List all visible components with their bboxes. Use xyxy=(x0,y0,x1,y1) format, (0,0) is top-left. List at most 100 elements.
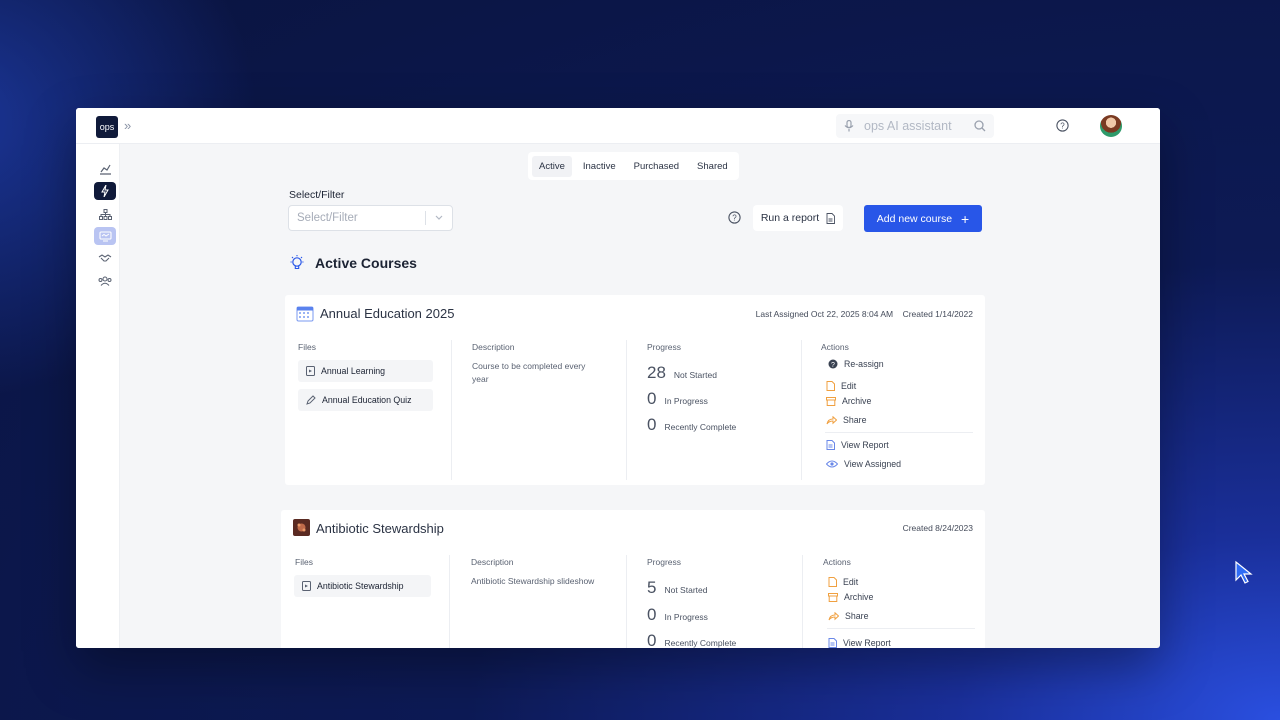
share-action[interactable]: Share xyxy=(828,611,868,621)
course-meta: Created 8/24/2023 xyxy=(903,523,973,533)
share-icon xyxy=(828,611,839,620)
lightning-icon xyxy=(101,185,109,197)
org-chart-icon xyxy=(98,208,112,220)
share-action[interactable]: Share xyxy=(826,415,866,425)
file-item[interactable]: Annual Learning xyxy=(298,360,433,382)
filter-label: Select/Filter xyxy=(289,189,345,201)
add-course-button[interactable]: Add new course + xyxy=(864,205,982,232)
view-report-action[interactable]: View Report xyxy=(826,440,889,450)
help-icon[interactable]: ? xyxy=(1056,119,1069,132)
document-icon xyxy=(826,212,836,224)
lightbulb-icon xyxy=(290,255,304,270)
user-avatar[interactable] xyxy=(1100,115,1122,137)
action-label: Share xyxy=(843,415,867,425)
file-name: Annual Learning xyxy=(321,366,386,376)
pencil-icon xyxy=(306,395,316,405)
progress-status: Not Started xyxy=(664,585,708,595)
file-item[interactable]: Annual Education Quiz xyxy=(298,389,433,411)
team-icon xyxy=(98,276,112,286)
run-report-label: Run a report xyxy=(760,212,820,224)
filter-select[interactable]: Select/Filter xyxy=(288,205,453,231)
tab-active[interactable]: Active xyxy=(532,155,572,177)
search-icon[interactable] xyxy=(974,120,986,132)
progress-status: In Progress xyxy=(664,612,708,622)
action-label: Archive xyxy=(842,396,872,406)
course-title[interactable]: Antibiotic Stewardship xyxy=(316,521,444,536)
file-item[interactable]: Antibiotic Stewardship xyxy=(294,575,431,597)
edit-doc-icon xyxy=(828,577,837,587)
column-divider xyxy=(451,340,452,480)
expand-sidebar-icon[interactable]: » xyxy=(124,118,131,133)
sidebar-item-organization[interactable] xyxy=(94,205,116,223)
description-label: Description xyxy=(471,557,514,567)
dashboard-chart-icon xyxy=(99,164,111,175)
edit-action[interactable]: Edit xyxy=(826,381,856,391)
column-divider xyxy=(802,555,803,648)
tab-purchased[interactable]: Purchased xyxy=(627,156,686,177)
column-divider xyxy=(449,555,450,648)
progress-in-progress: 0 In Progress xyxy=(647,605,708,625)
chevron-down-icon[interactable] xyxy=(434,212,444,222)
select-divider xyxy=(425,211,426,225)
progress-not-started: 5 Not Started xyxy=(647,578,707,598)
svg-text:?: ? xyxy=(831,362,835,369)
file-name: Antibiotic Stewardship xyxy=(317,581,404,591)
course-thumbnail-icon xyxy=(293,519,310,536)
reassign-action[interactable]: ? Re-assign xyxy=(828,359,884,369)
svg-text:?: ? xyxy=(732,214,737,223)
course-title[interactable]: Annual Education 2025 xyxy=(320,306,454,321)
actions-divider xyxy=(827,628,975,629)
eye-icon xyxy=(826,460,838,468)
sidebar-item-partners[interactable] xyxy=(94,249,116,267)
run-report-button[interactable]: Run a report xyxy=(753,205,843,231)
mouse-cursor-icon xyxy=(1235,560,1253,584)
report-icon xyxy=(828,638,837,648)
sidebar-item-dashboard[interactable] xyxy=(94,160,116,178)
progress-recently-complete: 0 Recently Complete xyxy=(647,415,736,435)
progress-value: 0 xyxy=(647,415,657,434)
tab-shared[interactable]: Shared xyxy=(690,156,735,177)
action-label: Edit xyxy=(843,577,859,587)
progress-status: Recently Complete xyxy=(664,422,737,432)
action-label: View Report xyxy=(843,638,891,648)
action-label: Re-assign xyxy=(844,359,884,369)
question-circle-icon: ? xyxy=(828,359,838,369)
filter-placeholder: Select/Filter xyxy=(297,212,358,224)
progress-not-started: 28 Not Started xyxy=(647,363,717,383)
sidebar-item-courses[interactable] xyxy=(94,227,116,245)
action-label: View Assigned xyxy=(844,459,902,469)
ai-assistant-search[interactable]: ops AI assistant xyxy=(836,114,994,138)
progress-value: 0 xyxy=(647,631,657,648)
action-label: Archive xyxy=(844,592,874,602)
app-window: ops » ops AI assistant ? Active Inactive… xyxy=(76,108,1160,648)
status-tabs: Active Inactive Purchased Shared xyxy=(528,152,739,180)
courses-icon xyxy=(98,230,112,241)
share-icon xyxy=(826,415,837,424)
ai-assistant-placeholder: ops AI assistant xyxy=(864,119,952,133)
report-help-icon[interactable]: ? xyxy=(728,211,741,224)
action-label: Edit xyxy=(841,381,857,391)
view-report-action[interactable]: View Report xyxy=(828,638,891,648)
ops-logo[interactable]: ops xyxy=(96,116,118,138)
archive-icon xyxy=(828,592,838,602)
progress-label: Progress xyxy=(647,342,682,352)
progress-value: 28 xyxy=(647,363,666,382)
microphone-icon[interactable] xyxy=(844,120,854,132)
progress-value: 0 xyxy=(647,389,657,408)
view-assigned-action[interactable]: View Assigned xyxy=(826,459,901,469)
archive-icon xyxy=(826,396,836,406)
tab-inactive[interactable]: Inactive xyxy=(576,156,623,177)
progress-recently-complete: 0 Recently Complete xyxy=(647,631,736,648)
course-meta: Last Assigned Oct 22, 2025 8:04 AM Creat… xyxy=(756,309,973,319)
edit-action[interactable]: Edit xyxy=(828,577,858,587)
sidebar-item-team[interactable] xyxy=(94,272,116,290)
file-icon xyxy=(302,581,311,591)
course-card: Annual Education 2025 Last Assigned Oct … xyxy=(285,295,985,485)
archive-action[interactable]: Archive xyxy=(828,592,873,602)
sidebar-item-quick-actions[interactable] xyxy=(94,182,116,200)
created-date: Created 8/24/2023 xyxy=(902,523,973,533)
section-header: Active Courses xyxy=(288,254,417,272)
top-bar: ops » ops AI assistant ? xyxy=(76,108,1160,144)
archive-action[interactable]: Archive xyxy=(826,396,871,406)
progress-value: 0 xyxy=(647,605,657,624)
